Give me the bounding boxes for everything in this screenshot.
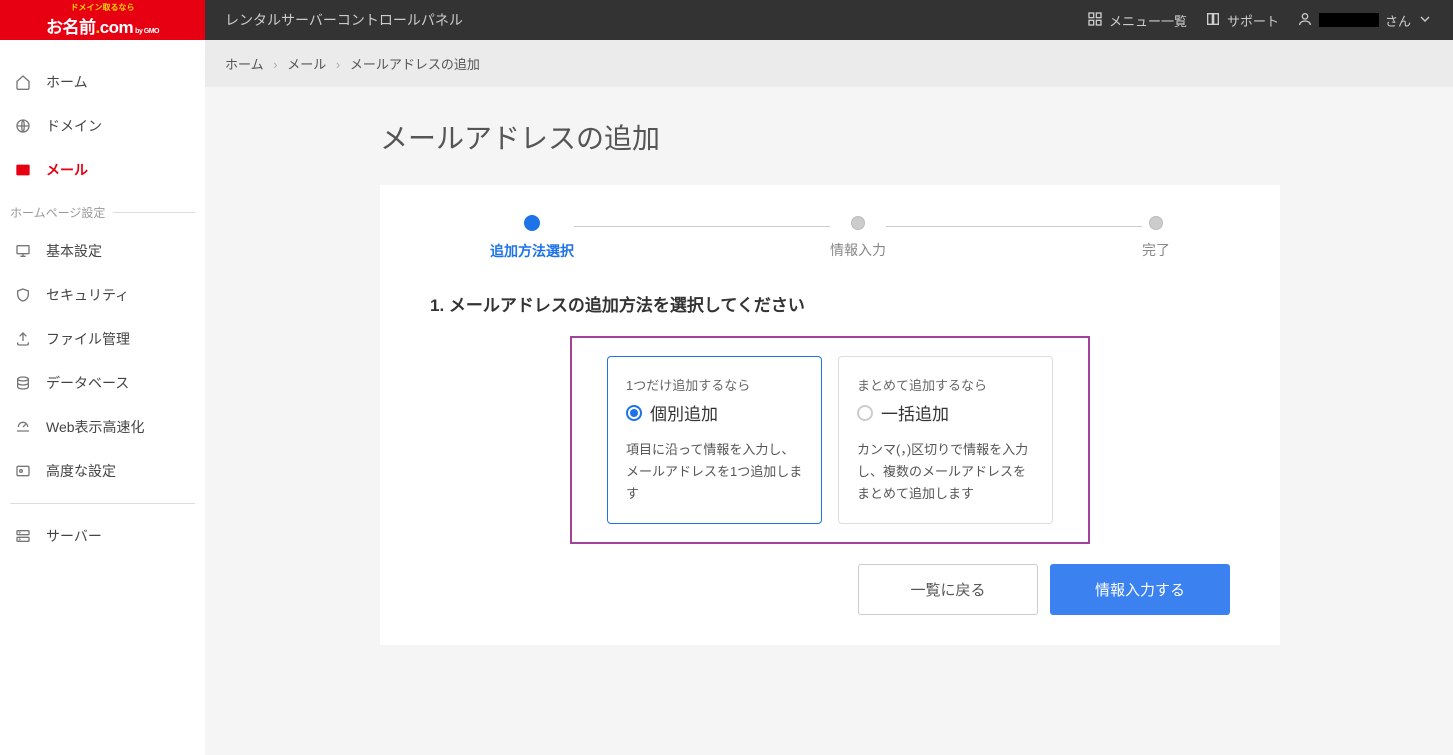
sidebar: ホーム ドメイン メール ホームページ設定 基本設定 セキュリティ ファイル管理…	[0, 40, 205, 755]
next-button[interactable]: 情報入力する	[1050, 564, 1230, 615]
speed-icon	[14, 418, 32, 436]
sidebar-section-homepage: ホームページ設定	[0, 192, 205, 229]
breadcrumb-sep: ›	[273, 57, 277, 72]
sidebar-label: 高度な設定	[46, 461, 116, 481]
settings-icon	[14, 462, 32, 480]
step-dot	[1149, 216, 1163, 230]
step-3: 完了	[1142, 216, 1170, 260]
sidebar-item-domain[interactable]: ドメイン	[0, 104, 205, 148]
step-label: 情報入力	[830, 240, 886, 260]
step-dot	[851, 216, 865, 230]
sidebar-item-basic[interactable]: 基本設定	[0, 229, 205, 273]
upload-icon	[14, 330, 32, 348]
monitor-icon	[14, 242, 32, 260]
sidebar-item-server[interactable]: サーバー	[0, 514, 205, 558]
user-menu[interactable]: さん	[1297, 11, 1433, 30]
sidebar-item-database[interactable]: データベース	[0, 361, 205, 405]
sidebar-label: ホーム	[46, 72, 88, 92]
option-title: 個別追加	[650, 400, 718, 425]
grid-icon	[1087, 11, 1103, 30]
option-desc: 項目に沿って情報を入力し、メールアドレスを1つ追加します	[626, 439, 803, 505]
home-icon	[14, 73, 32, 91]
globe-icon	[14, 117, 32, 135]
breadcrumb-current: メールアドレスの追加	[350, 57, 480, 72]
sidebar-item-speed[interactable]: Web表示高速化	[0, 405, 205, 449]
breadcrumb: ホーム › メール › メールアドレスの追加	[205, 40, 1453, 87]
logo-brand: お名前.comby GMO	[46, 13, 159, 38]
button-row: 一覧に戻る 情報入力する	[430, 564, 1230, 615]
option-individual[interactable]: 1つだけ追加するなら 個別追加 項目に沿って情報を入力し、メールアドレスを1つ追…	[607, 356, 822, 524]
header: ドメイン取るなら お名前.comby GMO レンタルサーバーコントロールパネル…	[0, 0, 1453, 40]
menu-list-label: メニュー一覧	[1109, 11, 1187, 30]
book-icon	[1205, 11, 1221, 30]
highlight-box: 1つだけ追加するなら 個別追加 項目に沿って情報を入力し、メールアドレスを1つ追…	[570, 336, 1090, 544]
mail-icon	[14, 161, 32, 179]
sidebar-item-security[interactable]: セキュリティ	[0, 273, 205, 317]
panel: 追加方法選択 情報入力 完了 1. メールアドレスの追加方法を選択してください	[380, 185, 1280, 645]
step-line	[574, 226, 830, 227]
step-label: 追加方法選択	[490, 241, 574, 261]
sidebar-label: ドメイン	[46, 116, 102, 136]
sidebar-label: ファイル管理	[46, 329, 130, 349]
step-2: 情報入力	[830, 216, 886, 260]
divider	[10, 503, 195, 504]
menu-list-link[interactable]: メニュー一覧	[1087, 11, 1187, 30]
chevron-down-icon	[1417, 11, 1433, 30]
sidebar-label: 基本設定	[46, 241, 102, 261]
logo-tagline: ドメイン取るなら	[71, 2, 135, 13]
database-icon	[14, 374, 32, 392]
option-subtitle: 1つだけ追加するなら	[626, 375, 803, 394]
option-title: 一括追加	[881, 400, 949, 425]
support-link[interactable]: サポート	[1205, 11, 1279, 30]
sidebar-label: サーバー	[46, 526, 102, 546]
server-icon	[14, 527, 32, 545]
user-suffix: さん	[1385, 11, 1411, 30]
breadcrumb-home[interactable]: ホーム	[225, 57, 264, 72]
breadcrumb-mail[interactable]: メール	[287, 57, 326, 72]
back-button[interactable]: 一覧に戻る	[858, 564, 1038, 615]
sidebar-label: データベース	[46, 373, 129, 393]
sidebar-label: セキュリティ	[46, 285, 129, 305]
step-line	[886, 226, 1142, 227]
user-icon	[1297, 11, 1313, 30]
page-title: メールアドレスの追加	[245, 117, 1413, 157]
main: ホーム › メール › メールアドレスの追加 メールアドレスの追加 追加方法選択…	[205, 40, 1453, 755]
sidebar-item-mail[interactable]: メール	[0, 148, 205, 192]
sidebar-item-home[interactable]: ホーム	[0, 60, 205, 104]
stepper: 追加方法選択 情報入力 完了	[430, 215, 1230, 261]
option-subtitle: まとめて追加するなら	[857, 375, 1034, 394]
header-title: レンタルサーバーコントロールパネル	[225, 10, 1087, 30]
radio-bulk[interactable]	[857, 405, 873, 421]
step-dot	[524, 215, 540, 231]
option-bulk[interactable]: まとめて追加するなら 一括追加 カンマ(，)区切りで情報を入力し、複数のメールア…	[838, 356, 1053, 524]
step-1: 追加方法選択	[490, 215, 574, 261]
sidebar-label: Web表示高速化	[46, 417, 145, 437]
section-title: 1. メールアドレスの追加方法を選択してください	[430, 291, 1230, 316]
step-label: 完了	[1142, 240, 1170, 260]
header-right: メニュー一覧 サポート さん	[1087, 11, 1453, 30]
support-label: サポート	[1227, 11, 1279, 30]
user-name	[1319, 13, 1379, 27]
breadcrumb-sep: ›	[336, 57, 340, 72]
shield-icon	[14, 286, 32, 304]
logo[interactable]: ドメイン取るなら お名前.comby GMO	[0, 0, 205, 40]
sidebar-label: メール	[46, 160, 88, 180]
sidebar-item-advanced[interactable]: 高度な設定	[0, 449, 205, 493]
option-desc: カンマ(，)区切りで情報を入力し、複数のメールアドレスをまとめて追加します	[857, 439, 1034, 505]
radio-individual[interactable]	[626, 405, 642, 421]
sidebar-item-file[interactable]: ファイル管理	[0, 317, 205, 361]
